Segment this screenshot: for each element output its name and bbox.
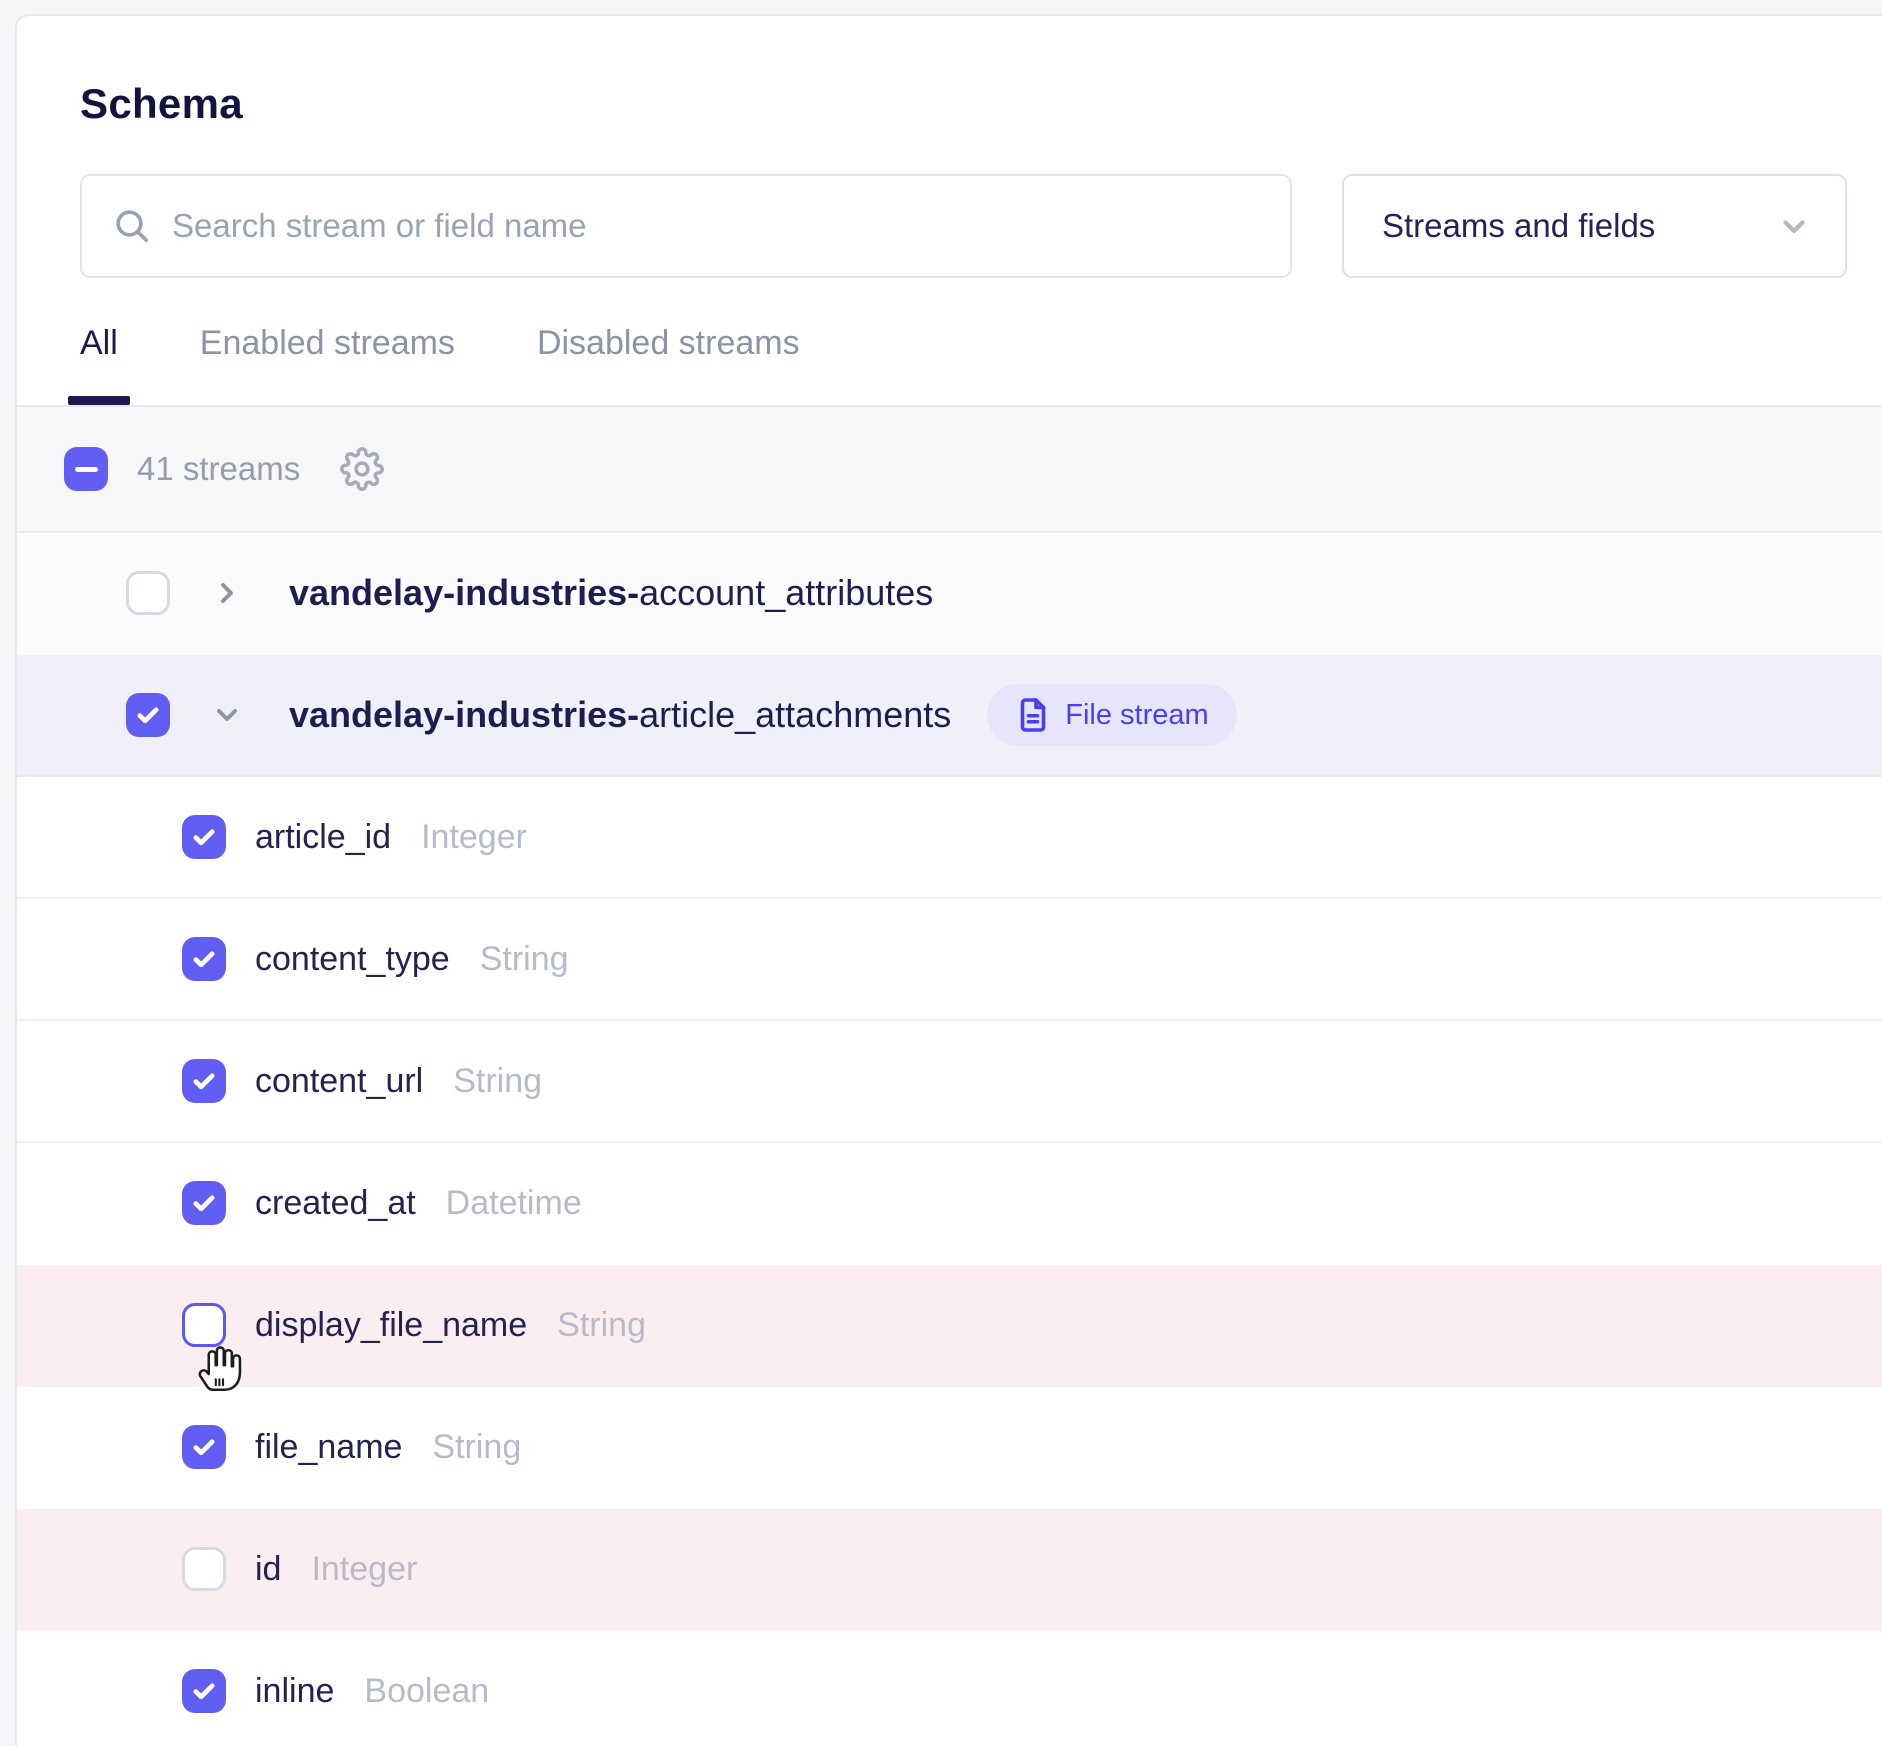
field-type: Boolean <box>364 1672 489 1711</box>
controls-row: Streams and fields <box>80 174 1873 278</box>
field-row[interactable]: file_name String <box>17 1387 1882 1509</box>
tab-enabled-streams[interactable]: Enabled streams <box>200 324 455 405</box>
field-type: String <box>432 1428 521 1467</box>
filter-dropdown[interactable]: Streams and fields <box>1342 174 1847 278</box>
stream-checkbox[interactable] <box>126 571 170 615</box>
field-row[interactable]: id Integer <box>17 1509 1882 1631</box>
field-checkbox[interactable] <box>182 1303 226 1347</box>
field-name: file_name <box>255 1428 402 1467</box>
search-icon <box>112 206 152 246</box>
stream-name: vandelay-industries-article_attachments <box>289 694 951 736</box>
field-checkbox[interactable] <box>182 815 226 859</box>
field-checkbox[interactable] <box>182 1425 226 1469</box>
chevron-down-icon[interactable] <box>211 699 243 731</box>
schema-card: Schema Streams and fields All Enabled st… <box>15 14 1882 1746</box>
page-title: Schema <box>80 80 1873 128</box>
field-checkbox[interactable] <box>182 937 226 981</box>
badge-label: File stream <box>1065 699 1208 732</box>
streams-list-header: 41 streams <box>17 407 1882 533</box>
field-row[interactable]: content_type String <box>17 899 1882 1021</box>
chevron-down-icon <box>1777 209 1811 243</box>
search-box[interactable] <box>80 174 1292 278</box>
select-all-checkbox[interactable] <box>64 447 108 491</box>
stream-row[interactable]: vandelay-industries-account_attributes <box>17 533 1882 655</box>
stream-name-prefix: vandelay-industries- <box>289 572 639 613</box>
field-name: article_id <box>255 818 391 857</box>
file-stream-badge: File stream <box>987 684 1236 746</box>
tab-bar: All Enabled streams Disabled streams <box>80 324 1873 405</box>
file-icon <box>1015 697 1051 733</box>
field-type: Integer <box>311 1550 417 1589</box>
streams-list: vandelay-industries-account_attributes v… <box>17 533 1882 1746</box>
filter-dropdown-value: Streams and fields <box>1382 207 1655 245</box>
field-type: Datetime <box>446 1184 582 1223</box>
field-checkbox[interactable] <box>182 1181 226 1225</box>
stream-name-suffix: article_attachments <box>639 694 951 735</box>
field-name: display_file_name <box>255 1306 527 1345</box>
field-checkbox[interactable] <box>182 1669 226 1713</box>
field-type: String <box>480 940 569 979</box>
field-checkbox[interactable] <box>182 1547 226 1591</box>
field-type: String <box>453 1062 542 1101</box>
stream-name: vandelay-industries-account_attributes <box>289 572 933 614</box>
field-row[interactable]: content_url String <box>17 1021 1882 1143</box>
stream-name-prefix: vandelay-industries- <box>289 694 639 735</box>
stream-count: 41 streams <box>137 450 300 488</box>
tab-disabled-streams[interactable]: Disabled streams <box>537 324 800 405</box>
field-name: created_at <box>255 1184 416 1223</box>
chevron-right-icon[interactable] <box>211 577 243 609</box>
field-row[interactable]: inline Boolean <box>17 1631 1882 1746</box>
stream-row[interactable]: vandelay-industries-article_attachments … <box>17 655 1882 777</box>
field-name: content_type <box>255 940 450 979</box>
stream-name-suffix: account_attributes <box>639 572 933 613</box>
field-type: String <box>557 1306 646 1345</box>
field-name: inline <box>255 1672 334 1711</box>
field-name: content_url <box>255 1062 423 1101</box>
field-row[interactable]: article_id Integer <box>17 777 1882 899</box>
gear-icon[interactable] <box>340 447 384 491</box>
stream-checkbox[interactable] <box>126 693 170 737</box>
field-checkbox[interactable] <box>182 1059 226 1103</box>
field-type: Integer <box>421 818 527 857</box>
field-name: id <box>255 1550 281 1589</box>
search-input[interactable] <box>172 207 1290 245</box>
field-row[interactable]: created_at Datetime <box>17 1143 1882 1265</box>
field-row[interactable]: display_file_name String <box>17 1265 1882 1387</box>
tab-all[interactable]: All <box>80 324 118 405</box>
